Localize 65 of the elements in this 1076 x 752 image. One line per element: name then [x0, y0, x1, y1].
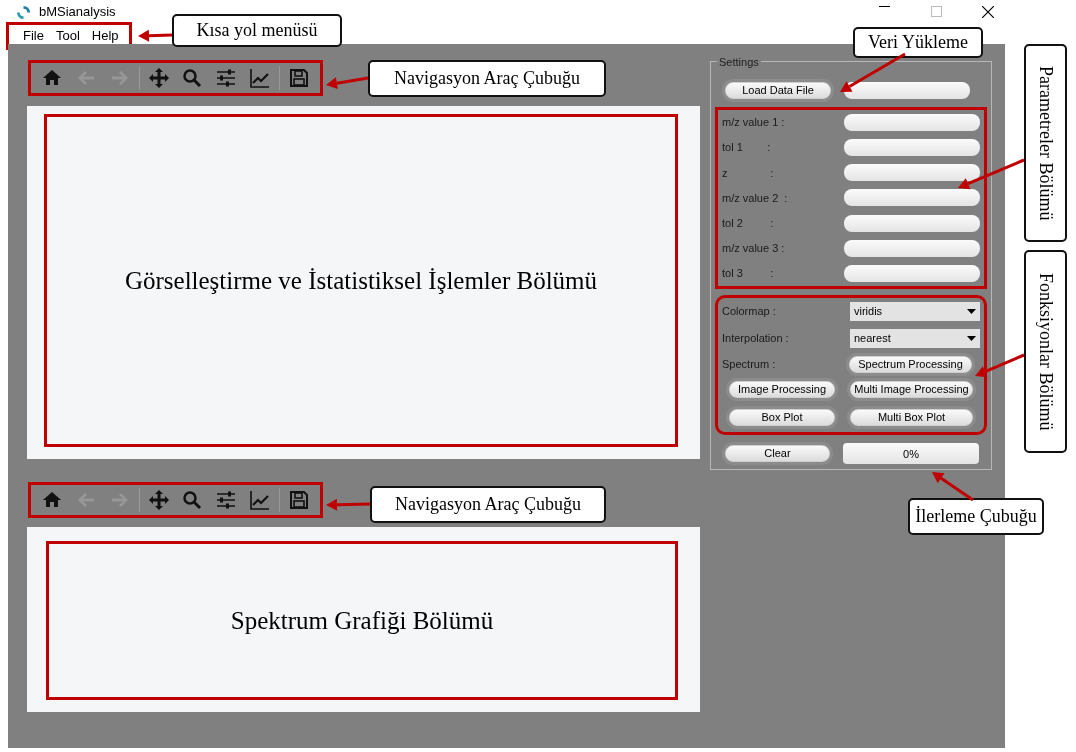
value-field[interactable] [844, 214, 980, 232]
search-icon[interactable] [182, 68, 203, 88]
sliders-icon[interactable] [216, 490, 237, 510]
field-label: z : [722, 165, 774, 181]
field-label: Spectrum : [722, 357, 776, 373]
field-label: tol 3 : [722, 266, 774, 282]
callout-label: Navigasyon Araç Çubuğu [368, 60, 606, 97]
action-button[interactable]: Box Plot [729, 409, 835, 426]
window-title: bMSianalysis [39, 3, 116, 22]
arrow [932, 472, 974, 502]
arrow [326, 76, 369, 90]
value-field[interactable] [844, 139, 980, 157]
save-icon[interactable] [289, 68, 310, 88]
callout-label: İlerleme Çubuğu [908, 498, 1044, 535]
line-chart-icon[interactable] [250, 490, 271, 510]
field-label: m/z value 1 : [722, 115, 785, 131]
colormap-dropdown[interactable]: viridis [850, 302, 980, 321]
line-chart-icon[interactable] [250, 68, 271, 88]
close-icon[interactable] [982, 6, 994, 18]
field-label: Interpolation : [722, 331, 789, 347]
move-icon[interactable] [148, 68, 169, 88]
arrow [138, 29, 173, 42]
action-button[interactable]: Multi Image Processing [850, 381, 973, 398]
value-field[interactable] [844, 264, 980, 282]
dropdown-value: viridis [854, 304, 883, 320]
arrow [326, 498, 371, 511]
field-label: tol 1 : [722, 140, 771, 156]
home-icon[interactable] [41, 68, 62, 88]
callout-label: Fonksiyonlar Bölümü [1024, 250, 1067, 453]
load-data-button[interactable]: Load Data File [725, 81, 831, 99]
callout-label: Kısa yol menüsü [172, 14, 342, 47]
move-icon[interactable] [148, 490, 169, 510]
save-icon[interactable] [289, 490, 310, 510]
value-field[interactable] [844, 114, 980, 132]
file-path-field[interactable] [844, 81, 970, 99]
clear-button[interactable]: Clear [725, 445, 830, 462]
caret-icon [967, 336, 976, 341]
callout-label: Veri Yükleme [853, 27, 983, 58]
callout-label: Navigasyon Araç Çubuğu [370, 486, 606, 523]
spectrum-processing-button[interactable]: Spectrum Processing [849, 356, 972, 373]
field-label: m/z value 3 : [722, 241, 785, 256]
dropdown-value: nearest [854, 331, 891, 347]
sliders-icon[interactable] [216, 68, 237, 88]
field-label: m/z value 2 : [722, 190, 788, 206]
value-field[interactable] [844, 189, 980, 207]
field-label: Colormap : [722, 304, 776, 320]
minimize-icon[interactable] [878, 6, 890, 8]
menu-item[interactable]: Help [85, 25, 125, 46]
arrow [840, 52, 906, 92]
action-button[interactable]: Multi Box Plot [850, 409, 973, 426]
action-button[interactable]: Image Processing [729, 381, 835, 398]
field-label: tol 2 : [722, 215, 774, 231]
value-field[interactable] [844, 239, 980, 257]
home-icon[interactable] [41, 490, 62, 510]
interpolation-dropdown[interactable]: nearest [850, 329, 980, 348]
menu-item[interactable]: File [17, 25, 50, 46]
app-logo-icon [16, 4, 31, 20]
search-icon[interactable] [182, 490, 203, 510]
section-label: Görselleştirme ve İstatistiksel İşlemler Bölümü [44, 114, 678, 447]
caret-icon [967, 309, 976, 314]
progress-text: 0% [903, 446, 919, 462]
value-field[interactable] [844, 164, 980, 182]
callout-label: Parametreler Bölümü [1024, 44, 1067, 242]
section-label: Spektrum Grafiği Bölümü [46, 541, 678, 700]
menu-item[interactable]: Tool [49, 25, 86, 46]
